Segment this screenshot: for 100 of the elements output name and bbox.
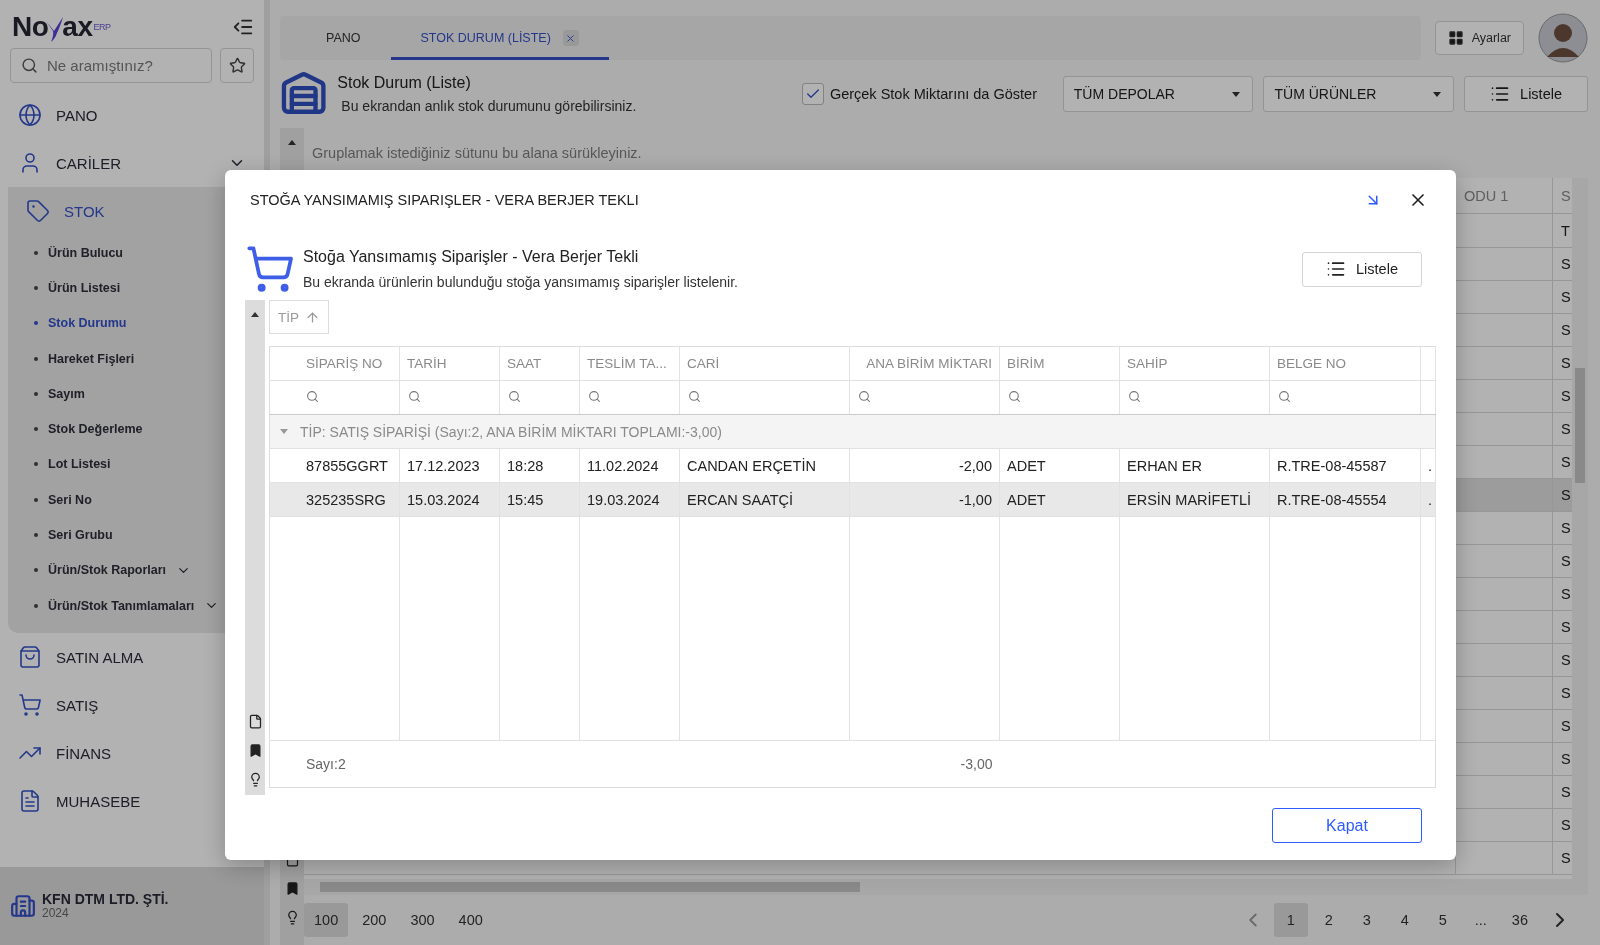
table-row[interactable]: 325235SRG 15.03.2024 15:45 19.03.2024 ERCAN SAATÇİ -1,00 ADET ERSİN MARİFETLİ R.TRE-08-45554 .	[269, 482, 1436, 517]
page-subtitle: Bu ekrandan anlık stok durumunu görebilirsiniz.	[341, 98, 638, 114]
favorites-button[interactable]	[220, 48, 254, 83]
page-button[interactable]: 4	[1387, 903, 1422, 937]
scrollbar[interactable]	[304, 879, 1588, 895]
page-title: Stok Durum (Liste)	[337, 74, 472, 92]
footer-total: -3,00	[849, 740, 1000, 788]
nav-item[interactable]: CARİLER	[0, 139, 264, 187]
page-button[interactable]: 36	[1501, 903, 1538, 937]
nav-item[interactable]: MUHASEBE	[0, 777, 264, 826]
list-icon	[1490, 84, 1511, 104]
document-icon	[18, 789, 42, 814]
table-cell: CANDAN ERÇETİN	[679, 448, 850, 483]
nav-item[interactable]: PANO	[0, 91, 264, 139]
building-icon	[10, 893, 36, 919]
search-icon	[21, 57, 38, 74]
table-cell: ADET	[999, 448, 1120, 483]
settings-button[interactable]: Ayarlar	[1434, 21, 1524, 55]
column-header[interactable]: SİPARİŞ NO	[269, 346, 400, 381]
column-header[interactable]: CARİ	[679, 346, 850, 381]
page-button[interactable]: 3	[1349, 903, 1384, 937]
table-cell: 87855GGRT	[269, 448, 400, 483]
globe-icon	[18, 103, 42, 127]
shopping-bag-icon	[18, 645, 42, 670]
table-cell: -2,00	[849, 448, 1000, 483]
group-hint: Gruplamak istediğiniz sütunu bu alana sürükleyiniz.	[311, 144, 643, 163]
star-icon	[228, 57, 246, 74]
scrollbar[interactable]	[1572, 178, 1588, 879]
page-button[interactable]: 2	[1311, 903, 1346, 937]
search-field[interactable]: Ne aramıştınız?	[10, 48, 212, 83]
page-size-button[interactable]: 200	[352, 903, 397, 937]
bookmark-icon[interactable]	[284, 881, 300, 896]
checkbox-label: Gerçek Stok Miktarını da Göster	[829, 86, 1037, 102]
page-button[interactable]: 5	[1425, 903, 1460, 937]
tab[interactable]: STOK DURUM (LİSTE)	[390, 16, 609, 60]
footer-count: Sayı:2	[269, 740, 850, 788]
table-cell: 17.12.2023	[399, 448, 500, 483]
table-cell: -1,00	[849, 482, 1000, 517]
search-icon[interactable]	[588, 389, 601, 403]
warehouse-select[interactable]: TÜM DEPOLAR	[1062, 76, 1254, 112]
page-size-button[interactable]: 300	[400, 903, 445, 937]
column-header[interactable]: ANA BİRİM MİKTARI	[849, 346, 1000, 381]
table-cell: R.TRE-08-45554	[1269, 482, 1421, 517]
cart-icon	[245, 244, 295, 294]
search-icon[interactable]	[858, 389, 871, 403]
column-header[interactable]: BELGE NO	[1269, 346, 1421, 381]
search-icon[interactable]	[408, 389, 421, 403]
file-icon[interactable]	[247, 714, 263, 729]
table-cell: 15.03.2024	[399, 482, 500, 517]
column-header[interactable]: BİRİM	[999, 346, 1120, 381]
search-icon[interactable]	[1128, 389, 1141, 403]
caret-icon[interactable]	[251, 312, 259, 317]
column-header[interactable]: TARİH	[399, 346, 500, 381]
table-cell: .	[1420, 482, 1436, 517]
page-size-button[interactable]: 100	[304, 903, 349, 937]
table-cell: 18:28	[499, 448, 580, 483]
cart-icon	[18, 693, 42, 718]
page-size-button[interactable]: 400	[448, 903, 493, 937]
bookmark-icon[interactable]	[247, 743, 263, 758]
search-icon[interactable]	[1008, 389, 1021, 403]
search-icon[interactable]	[1278, 389, 1291, 403]
dialog-subtitle: Bu ekranda ürünlerin bulunduğu stoğa yansımamış siparişler listelenir.	[303, 274, 739, 290]
company-name: KFN DTM LTD. ŞTİ.	[42, 892, 169, 908]
page-button[interactable]: 1	[1273, 903, 1308, 937]
table-cell: 325235SRG	[269, 482, 400, 517]
real-stock-option[interactable]: Gerçek Stok Miktarını da Göster	[801, 83, 1053, 105]
dialog-title: STOĞA YANSIMAMIŞ SIPARIŞLER - VERA BERJER TEKLI	[250, 192, 639, 208]
caret-icon[interactable]	[288, 140, 296, 145]
table-cell: 19.03.2024	[579, 482, 680, 517]
table-cell: ADET	[999, 482, 1120, 517]
checkbox[interactable]	[801, 83, 824, 105]
search-icon[interactable]	[508, 389, 521, 403]
group-label: TİP: SATIŞ SİPARİŞİ (Sayı:2, ANA BİRİM MİKTARI TOPLAMI:-3,00)	[300, 423, 722, 440]
list-icon	[1326, 259, 1347, 279]
column-header[interactable]: TESLİM TA...	[579, 346, 680, 381]
table-cell: 11.02.2024	[579, 448, 680, 483]
tag-icon	[26, 199, 50, 223]
nav-item[interactable]: FİNANS	[0, 729, 264, 778]
page-button[interactable]: ...	[1463, 903, 1498, 937]
table-cell: ERHAN ER	[1119, 448, 1270, 483]
list-button[interactable]: Listele	[1302, 251, 1422, 287]
search-icon[interactable]	[306, 389, 319, 403]
table-cell: .	[1420, 448, 1436, 483]
tab[interactable]: PANO	[296, 16, 391, 60]
table-cell: ERCAN SAATÇİ	[679, 482, 850, 517]
close-button[interactable]: Kapat	[1272, 808, 1422, 843]
avatar[interactable]	[1538, 13, 1588, 63]
table-cell: R.TRE-08-45587	[1269, 448, 1421, 483]
nav-item[interactable]: SATIŞ	[0, 681, 264, 730]
dialog-heading: Stoğa Yansımamış Siparişler - Vera Berjer Tekli	[303, 248, 640, 266]
column-header[interactable]: SAHİP	[1119, 346, 1270, 381]
company-year: 2024	[42, 907, 70, 920]
product-select[interactable]: TÜM ÜRÜNLER	[1263, 76, 1455, 112]
table-row[interactable]: 87855GGRT 17.12.2023 18:28 11.02.2024 CANDAN ERÇETİN -2,00 ADET ERHAN ER R.TRE-08-45587 .	[269, 448, 1436, 483]
search-icon[interactable]	[688, 389, 701, 403]
list-button[interactable]: Listele	[1464, 76, 1588, 112]
grid-icon	[1447, 30, 1464, 46]
nav-item[interactable]: SATIN ALMA	[0, 633, 264, 682]
column-header[interactable]: SAAT	[499, 346, 580, 381]
table-cell: ERSİN MARİFETLİ	[1119, 482, 1270, 517]
